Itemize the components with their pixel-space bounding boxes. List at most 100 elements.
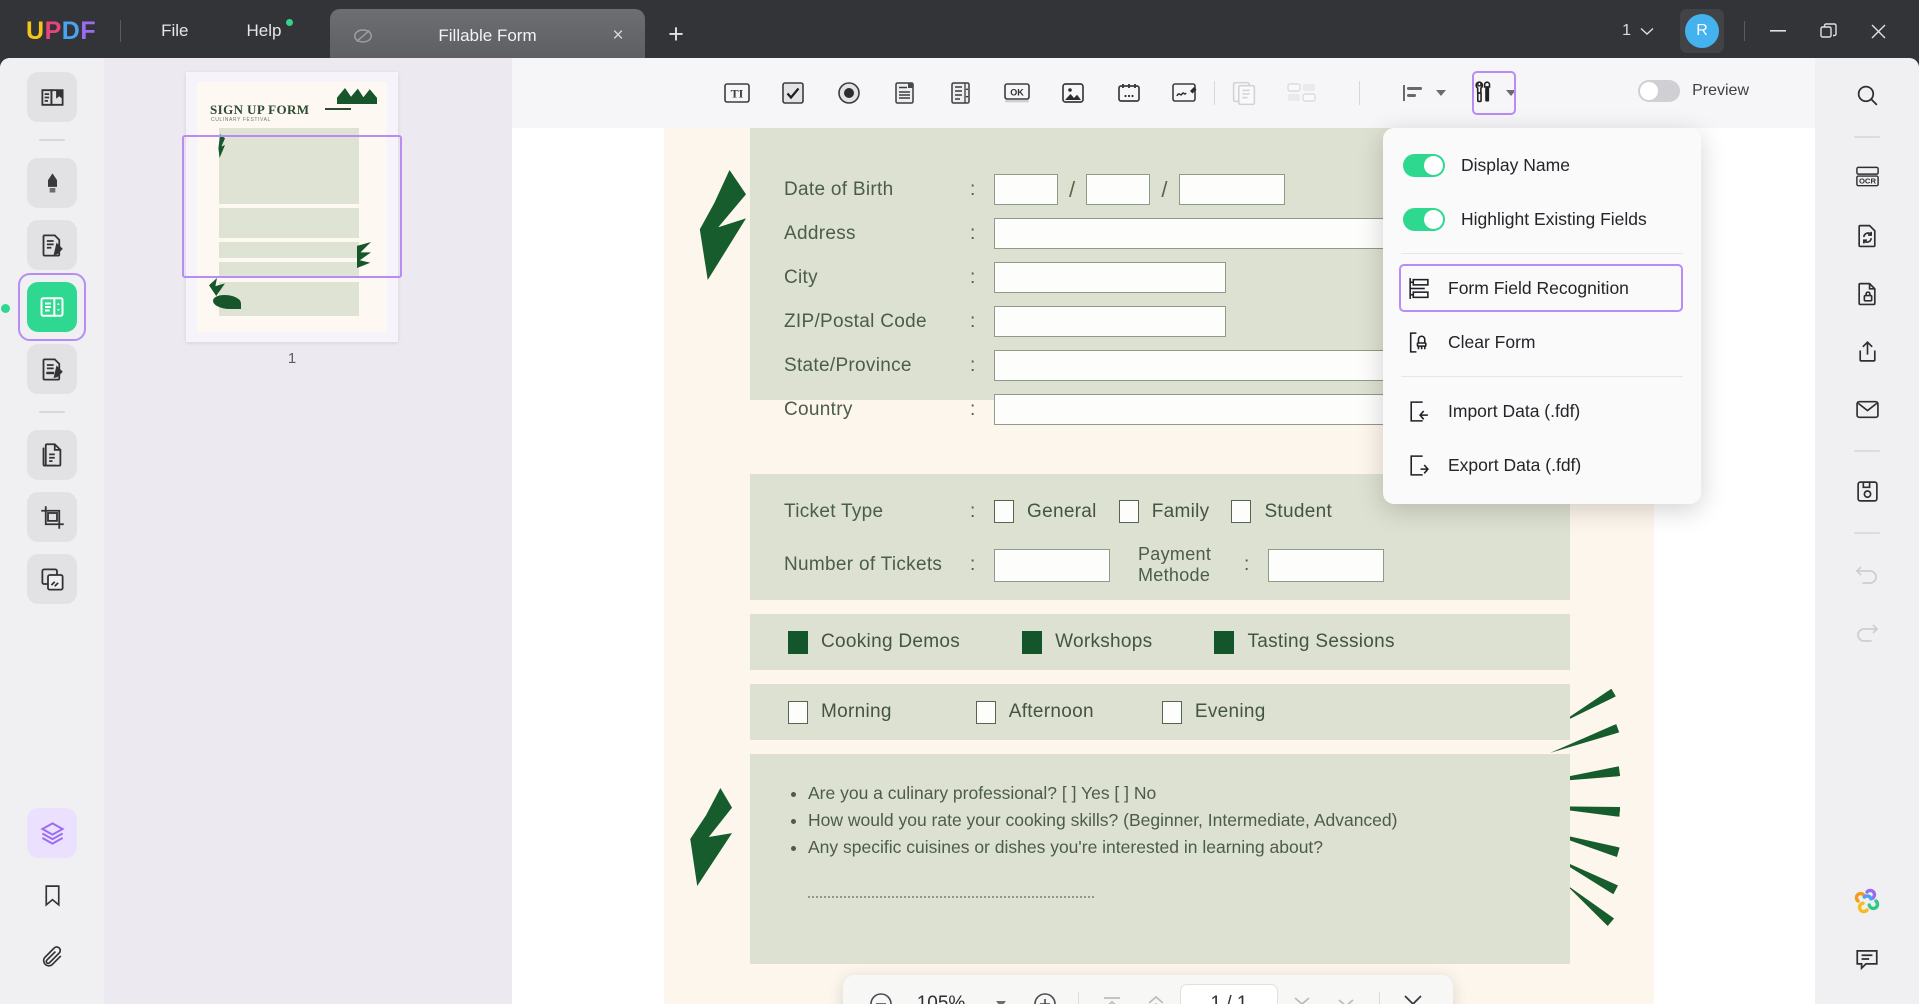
sidebar-item-layers[interactable]: [27, 808, 77, 858]
ticket-checkbox-family[interactable]: [1119, 500, 1139, 523]
sidebar-item-bookmarks[interactable]: [27, 870, 77, 920]
interest-checkbox-cooking-demos[interactable]: [788, 631, 808, 654]
menu-item-export-data[interactable]: Export Data (.fdf): [1383, 438, 1701, 492]
right-item-save[interactable]: [1844, 468, 1890, 514]
right-item-protect[interactable]: [1844, 270, 1890, 316]
checkbox-tool[interactable]: [778, 78, 808, 108]
sidebar-item-annotate[interactable]: [27, 158, 77, 208]
list-box-tool[interactable]: [946, 78, 976, 108]
menu-item-form-field-recognition[interactable]: Form Field Recognition: [1383, 261, 1701, 315]
number-of-tickets-input[interactable]: [994, 549, 1110, 582]
right-item-redo[interactable]: [1844, 608, 1890, 654]
combo-box-icon: [892, 80, 918, 106]
payment-label-line2: Methode: [1138, 565, 1244, 586]
menu-divider-2: [1401, 376, 1683, 377]
sidebar-item-sign-pdf[interactable]: [27, 344, 77, 394]
dob-month-input[interactable]: [1086, 174, 1150, 205]
right-item-share[interactable]: [1844, 328, 1890, 374]
zoom-level-label[interactable]: 105%: [905, 993, 977, 1004]
sidebar-item-reader-view[interactable]: [27, 72, 77, 122]
right-item-email[interactable]: [1844, 386, 1890, 432]
thumbnail-card[interactable]: SIGN UP FORM CULINARY FESTIVAL: [186, 72, 398, 342]
sidebar-item-attachments[interactable]: [27, 932, 77, 982]
date-field-tool[interactable]: [1114, 78, 1144, 108]
secondary-tools-group: [1229, 78, 1446, 108]
interest-checkbox-tasting-sessions[interactable]: [1214, 631, 1234, 654]
combo-box-tool[interactable]: [890, 78, 920, 108]
form-settings-selection-outline: [1472, 71, 1516, 115]
timeslot-checkbox-morning[interactable]: [788, 701, 808, 724]
zoom-in-button[interactable]: [1025, 984, 1065, 1004]
sidebar-item-batch-process[interactable]: [27, 554, 77, 604]
duplicate-fields-button[interactable]: [1229, 78, 1259, 108]
text-field-tool[interactable]: TI: [722, 78, 752, 108]
preview-toggle[interactable]: [1638, 80, 1680, 102]
preview-toggle-group[interactable]: Preview: [1638, 80, 1749, 102]
city-input[interactable]: [994, 262, 1226, 293]
checkbox-icon: [780, 80, 806, 106]
next-page-button[interactable]: [1282, 984, 1322, 1004]
timeslot-checkbox-evening[interactable]: [1162, 701, 1182, 724]
menu-item-display-name[interactable]: Display Name: [1383, 138, 1701, 192]
form-settings-menu: Display Name Highlight Existing Fields F…: [1383, 128, 1701, 504]
last-page-button[interactable]: [1326, 984, 1366, 1004]
menu-file[interactable]: File: [143, 15, 206, 47]
first-page-button[interactable]: [1092, 984, 1132, 1004]
ticket-checkbox-general[interactable]: [994, 500, 1014, 523]
tab-title: Fillable Form: [374, 26, 601, 46]
sidebar-item-crop-page[interactable]: [27, 492, 77, 542]
interest-checkbox-workshops[interactable]: [1022, 631, 1042, 654]
right-divider-3: [1854, 532, 1880, 534]
thumbnail-page-number: 1: [186, 350, 398, 367]
right-item-search[interactable]: [1844, 72, 1890, 118]
new-tab-button[interactable]: +: [660, 20, 692, 52]
menu-help[interactable]: Help: [229, 15, 300, 47]
signature-field-tool[interactable]: [1170, 78, 1200, 108]
row-ticket-type: Ticket Type : General Family Student: [784, 500, 1332, 523]
import-icon: [1403, 399, 1433, 424]
page-indicator-input[interactable]: 1 / 1: [1180, 984, 1278, 1004]
right-item-undo[interactable]: [1844, 550, 1890, 596]
highlight-fields-toggle[interactable]: [1403, 208, 1445, 231]
image-field-tool[interactable]: [1058, 78, 1088, 108]
row-label: ZIP/Postal Code: [784, 311, 970, 333]
menu-item-label: Highlight Existing Fields: [1461, 209, 1647, 230]
menu-item-clear-form[interactable]: Clear Form: [1383, 315, 1701, 369]
tab-close-icon[interactable]: ×: [601, 19, 635, 53]
dob-day-input[interactable]: [994, 174, 1058, 205]
sidebar-item-edit-pdf[interactable]: [27, 220, 77, 270]
sidebar-item-prepare-form[interactable]: [27, 282, 77, 332]
form-settings-button[interactable]: [1472, 71, 1516, 115]
push-button-tool[interactable]: OK: [1002, 78, 1032, 108]
window-count-selector[interactable]: 1: [1614, 17, 1662, 45]
document-tab[interactable]: Fillable Form ×: [330, 9, 645, 62]
close-button[interactable]: [1855, 9, 1901, 53]
ticket-checkbox-student[interactable]: [1231, 500, 1251, 523]
menu-item-import-data[interactable]: Import Data (.fdf): [1383, 384, 1701, 438]
zoom-out-button[interactable]: [861, 984, 901, 1004]
minimize-button[interactable]: [1755, 9, 1801, 53]
timeslot-checkbox-afternoon[interactable]: [976, 701, 996, 724]
right-item-comments[interactable]: [1844, 936, 1890, 982]
radio-button-tool[interactable]: [834, 78, 864, 108]
zoom-dropdown-button[interactable]: [981, 984, 1021, 1004]
tab-order-button[interactable]: [1287, 78, 1317, 108]
payment-method-input[interactable]: [1268, 549, 1384, 582]
zip-input[interactable]: [994, 306, 1226, 337]
display-name-toggle[interactable]: [1403, 154, 1445, 177]
first-page-icon: [1100, 994, 1124, 1004]
maximize-button[interactable]: [1805, 9, 1851, 53]
right-item-ocr[interactable]: OCR: [1844, 154, 1890, 200]
dob-year-input[interactable]: [1179, 174, 1285, 205]
align-fields-button[interactable]: [1402, 83, 1446, 103]
menu-item-highlight-existing-fields[interactable]: Highlight Existing Fields: [1383, 192, 1701, 246]
sidebar-item-organize-pages[interactable]: [27, 430, 77, 480]
right-item-ai-assistant[interactable]: [1844, 878, 1890, 924]
row-colon: :: [970, 311, 994, 333]
prev-page-button[interactable]: [1136, 984, 1176, 1004]
menu-help-label: Help: [247, 21, 282, 40]
right-item-convert[interactable]: [1844, 212, 1890, 258]
next-page-icon: [1290, 994, 1314, 1004]
account-button[interactable]: R: [1680, 9, 1724, 53]
zoom-toolbar-close-button[interactable]: [1393, 984, 1433, 1004]
